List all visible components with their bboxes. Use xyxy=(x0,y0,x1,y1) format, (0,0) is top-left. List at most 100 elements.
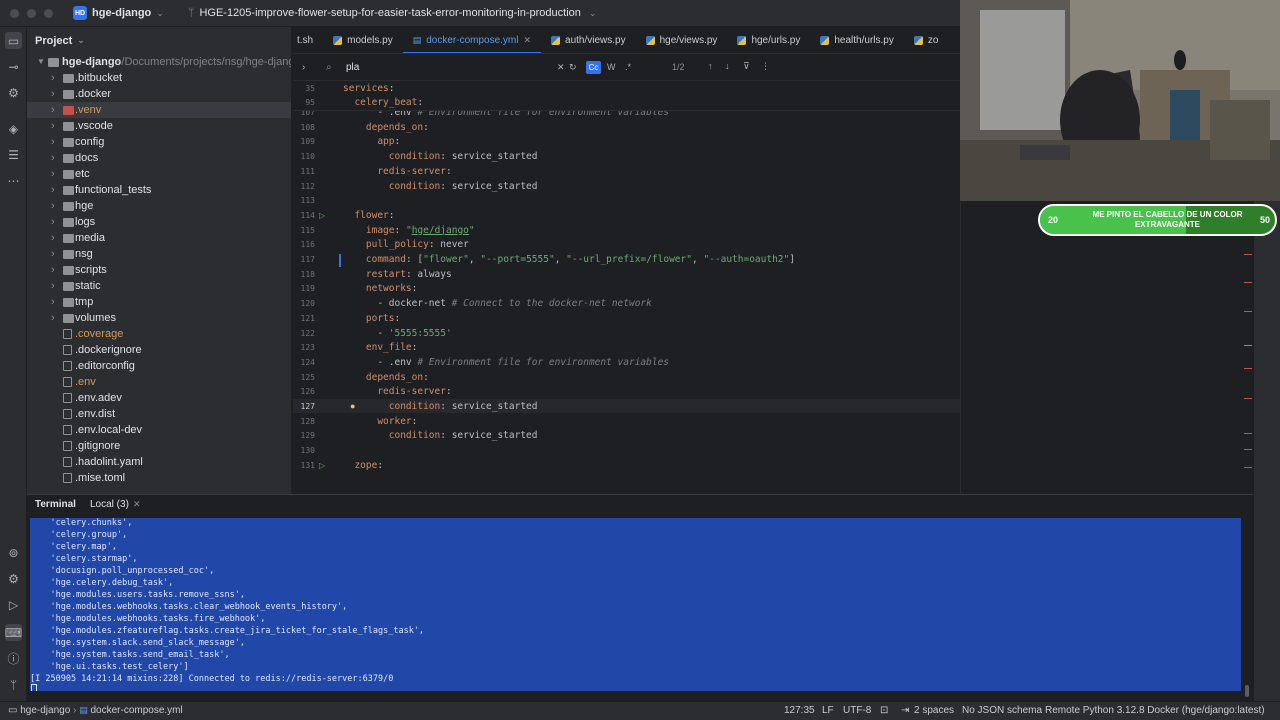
tree-item[interactable]: › docs xyxy=(27,150,291,166)
chevron-right-icon[interactable]: › xyxy=(51,246,55,262)
chevron-right-icon[interactable]: › xyxy=(51,70,55,86)
branch-switcher[interactable]: HGE-1205-improve-flower-setup-for-easier… xyxy=(199,7,580,19)
commit-tool-icon[interactable]: ⊸ xyxy=(5,58,22,75)
tree-item[interactable]: › nsg xyxy=(27,246,291,262)
code-line[interactable]: worker: xyxy=(343,416,417,427)
sticky-header[interactable]: 35 services: 95 celery_beat: xyxy=(293,81,960,111)
window-controls[interactable] xyxy=(10,8,53,18)
close-search-icon[interactable]: ✕ xyxy=(557,62,565,73)
tree-item[interactable]: .dockerignore xyxy=(27,342,291,358)
code-line[interactable]: condition: service_started xyxy=(343,151,538,162)
services-tool-icon[interactable]: ⚙ xyxy=(5,570,22,587)
structure-tool-icon[interactable]: ◈ xyxy=(5,120,22,137)
tree-item[interactable]: .mise.toml xyxy=(27,470,291,486)
tree-item[interactable]: › .vscode xyxy=(27,118,291,134)
error-stripe-mark[interactable] xyxy=(1244,398,1252,399)
code-line[interactable]: redis-server: xyxy=(343,166,451,177)
error-stripe-mark[interactable] xyxy=(1244,368,1252,369)
tree-root[interactable]: ▼ hge-django ~/Documents/projects/nsg/hg… xyxy=(27,54,291,70)
close-tab-icon[interactable]: ✕ xyxy=(523,35,531,46)
editor-tab[interactable]: health/urls.py xyxy=(810,27,903,53)
run-tool-icon[interactable]: ▷ xyxy=(5,596,22,613)
previous-match-icon[interactable]: ↑ xyxy=(708,61,713,71)
chevron-right-icon[interactable]: › xyxy=(51,310,55,326)
code-line[interactable]: condition: service_started xyxy=(343,430,538,441)
chevron-right-icon[interactable]: › xyxy=(51,150,55,166)
code-line[interactable]: redis-server: xyxy=(343,386,451,397)
tree-item[interactable]: › .venv xyxy=(27,102,291,118)
intention-bulb-icon[interactable]: ● xyxy=(350,401,355,411)
chevron-right-icon[interactable]: › xyxy=(51,278,55,294)
chevron-right-icon[interactable]: › xyxy=(51,198,55,214)
python-interpreter[interactable]: Remote Python 3.12.8 Docker (hge/django:… xyxy=(1045,705,1265,716)
terminal-tab-local[interactable]: Local (3) xyxy=(90,499,129,510)
chevron-right-icon[interactable]: › xyxy=(302,62,305,73)
code-line[interactable]: command: ["flower", "--port=5555", "--ur… xyxy=(343,254,795,265)
editor-tab[interactable]: models.py xyxy=(323,27,403,53)
chevron-down-icon[interactable]: ▼ xyxy=(37,54,45,70)
error-stripe-mark[interactable] xyxy=(1244,467,1252,468)
error-stripe-mark[interactable] xyxy=(1244,311,1252,312)
code-line[interactable]: zope: xyxy=(343,460,383,471)
code-line[interactable]: condition: service_started xyxy=(343,181,538,192)
problems-tool-icon[interactable]: ⓘ xyxy=(5,650,22,667)
code-line[interactable]: app: xyxy=(343,136,400,147)
chevron-right-icon[interactable]: › xyxy=(51,86,55,102)
code-line[interactable]: flower: xyxy=(343,210,394,221)
terminal-scrollbar[interactable] xyxy=(1245,685,1249,697)
project-switcher[interactable]: hge-django xyxy=(92,7,151,19)
error-stripe-mark[interactable] xyxy=(1244,254,1252,255)
code-line[interactable]: networks: xyxy=(343,283,418,294)
chevron-right-icon[interactable]: › xyxy=(51,262,55,278)
run-service-icon[interactable]: ▷ xyxy=(319,211,325,220)
project-panel-header[interactable]: Project ⌄ xyxy=(27,27,291,54)
vcs-change-marker[interactable] xyxy=(339,254,341,267)
maximize-window-button[interactable] xyxy=(44,8,53,18)
chevron-right-icon[interactable]: › xyxy=(51,294,55,310)
caret-position[interactable]: 127:35 xyxy=(784,705,815,716)
code-line[interactable]: condition: service_started xyxy=(343,401,538,412)
terminal-tool-icon[interactable]: ⌨ xyxy=(5,624,22,641)
more-tools-icon[interactable]: ⋯ xyxy=(5,172,22,189)
error-stripe-mark[interactable] xyxy=(1244,282,1252,283)
json-schema[interactable]: No JSON schema xyxy=(962,705,1042,716)
code-line[interactable]: - '5555:5555' xyxy=(343,328,451,339)
history-icon[interactable]: ↻ xyxy=(569,62,577,73)
chevron-right-icon[interactable]: › xyxy=(51,102,55,118)
match-case-toggle[interactable]: Cc xyxy=(586,61,601,74)
code-line[interactable]: image: "hge/django" xyxy=(343,225,475,236)
more-options-icon[interactable]: ⋮ xyxy=(761,61,770,72)
editor-tab[interactable]: hge/urls.py xyxy=(727,27,810,53)
error-stripe-mark[interactable] xyxy=(1244,433,1252,434)
chevron-down-icon[interactable]: ⌄ xyxy=(589,8,597,19)
tree-item[interactable]: .env xyxy=(27,374,291,390)
tree-item[interactable]: › volumes xyxy=(27,310,291,326)
terminal-output[interactable]: 'celery.chunks', 'celery.group', 'celery… xyxy=(30,518,1241,691)
lock-icon[interactable]: ⊡ xyxy=(880,705,888,716)
tree-item[interactable]: › hge xyxy=(27,198,291,214)
chevron-down-icon[interactable]: ⌄ xyxy=(156,8,164,19)
tree-item[interactable]: › functional_tests xyxy=(27,182,291,198)
tree-item[interactable]: .env.dist xyxy=(27,406,291,422)
chevron-right-icon[interactable]: › xyxy=(51,214,55,230)
code-line[interactable]: - docker-net # Connect to the docker-net… xyxy=(343,298,652,309)
run-service-icon[interactable]: ▷ xyxy=(319,461,325,470)
editor-tab[interactable]: auth/views.py xyxy=(541,27,636,53)
tree-item[interactable]: .coverage xyxy=(27,326,291,342)
tree-item[interactable]: › scripts xyxy=(27,262,291,278)
tree-item[interactable]: .editorconfig xyxy=(27,358,291,374)
tree-item[interactable]: › config xyxy=(27,134,291,150)
editor-tab[interactable]: hge/views.py xyxy=(636,27,728,53)
chevron-down-icon[interactable]: ⌄ xyxy=(77,35,85,46)
terminal-title[interactable]: Terminal xyxy=(35,499,76,510)
tree-item[interactable]: .env.adev xyxy=(27,390,291,406)
chevron-right-icon[interactable]: › xyxy=(51,118,55,134)
tree-item[interactable]: › media xyxy=(27,230,291,246)
sticky-line[interactable]: celery_beat: xyxy=(343,97,423,108)
code-line[interactable]: depends_on: xyxy=(343,372,429,383)
editor-tab[interactable]: ▤ docker-compose.yml ✕ xyxy=(402,27,542,53)
tree-item[interactable]: › logs xyxy=(27,214,291,230)
breadcrumb-file[interactable]: docker-compose.yml xyxy=(90,705,182,716)
code-line[interactable]: - .env # Environment file for environmen… xyxy=(343,357,669,368)
tree-item[interactable]: › static xyxy=(27,278,291,294)
